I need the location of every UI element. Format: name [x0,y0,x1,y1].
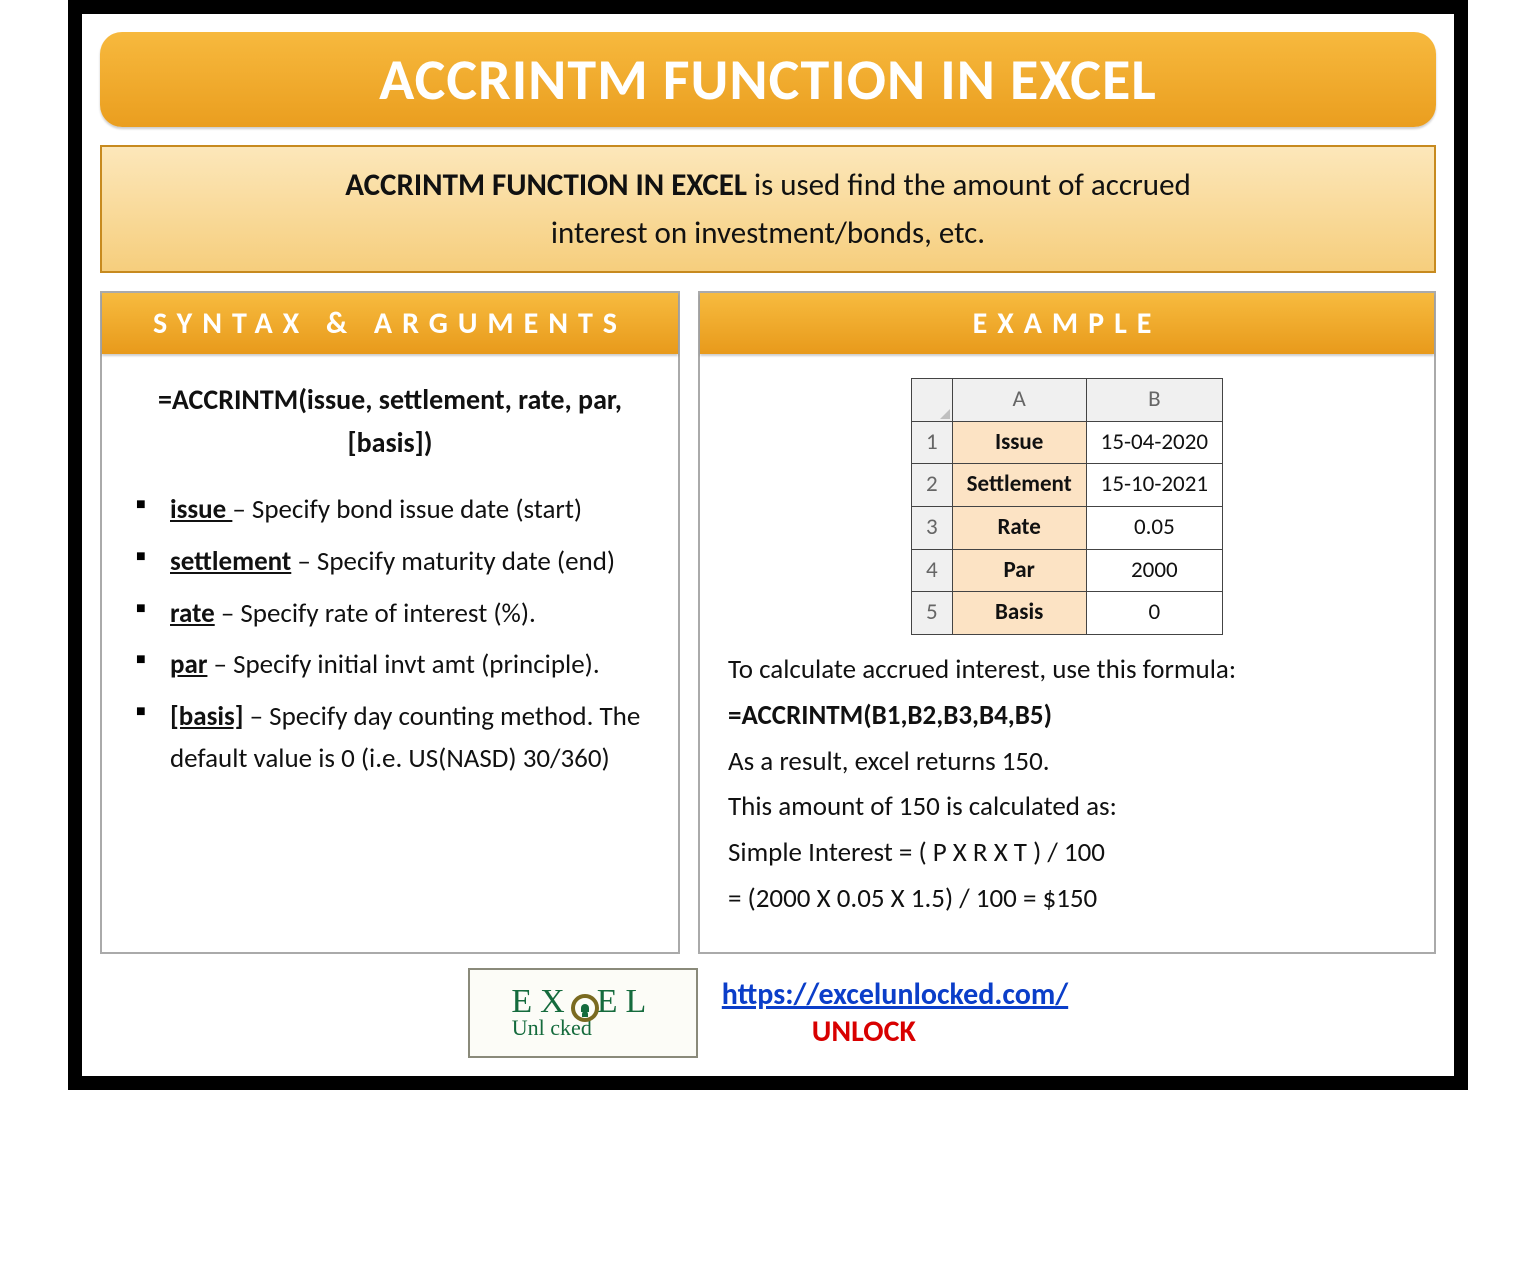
logo-text-left: EX [511,985,572,1019]
table-row: 3 Rate 0.05 [911,507,1222,550]
row-value: 15-04-2020 [1086,421,1222,464]
excel-table: A B 1 Issue 15-04-2020 2 Settlement 15-1… [911,378,1223,635]
row-label: Basis [952,592,1086,635]
example-formula: =ACCRINTM(B1,B2,B3,B4,B5) [728,695,1406,737]
table-row: 5 Basis 0 [911,592,1222,635]
example-header: EXAMPLE [700,293,1434,354]
intro-box: ACCRINTM FUNCTION IN EXCEL is used find … [100,145,1436,273]
keyhole-icon [571,994,599,1022]
row-label: Settlement [952,464,1086,507]
intro-rest-1: is used find the amount of accrued [747,166,1191,204]
footer-tagline: UNLOCK [812,1013,916,1050]
col-header: B [1086,379,1222,422]
list-item: rate – Specify rate of interest (%). [136,593,650,635]
row-value: 0.05 [1086,507,1222,550]
list-item: par – Specify initial invt amt (principl… [136,644,650,686]
explain-line: = (2000 X 0.05 X 1.5) / 100 = $150 [728,878,1406,920]
arg-desc: – Specify rate of interest (%). [215,597,536,630]
logo-text-right: EL [597,985,655,1019]
arg-name: [basis] [170,700,244,733]
footer: EX EL Unl cked https://excelunlocked.com… [100,968,1436,1058]
example-explanation: To calculate accrued interest, use this … [728,649,1406,920]
arg-desc: – Specify initial invt amt (principle). [207,648,599,681]
arg-name: rate [170,597,215,630]
intro-rest-2: interest on investment/bonds, etc. [551,214,985,252]
row-value: 0 [1086,592,1222,635]
row-num: 2 [911,464,952,507]
list-item: settlement – Specify maturity date (end) [136,541,650,583]
table-row: 1 Issue 15-04-2020 [911,421,1222,464]
col-header: A [952,379,1086,422]
row-num: 1 [911,421,952,464]
syntax-card: SYNTAX & ARGUMENTS =ACCRINTM(issue, sett… [100,291,680,954]
row-num: 3 [911,507,952,550]
infographic-frame: ACCRINTM FUNCTION IN EXCEL ACCRINTM FUNC… [68,0,1468,1090]
table-row: 2 Settlement 15-10-2021 [911,464,1222,507]
logo: EX EL Unl cked [468,968,698,1058]
intro-lead: ACCRINTM FUNCTION IN EXCEL [345,166,747,204]
explain-line: This amount of 150 is calculated as: [728,786,1406,828]
syntax-header: SYNTAX & ARGUMENTS [102,293,678,354]
list-item: issue – Specify bond issue date (start) [136,489,650,531]
arg-desc: – Specify bond issue date (start) [232,493,582,526]
row-value: 2000 [1086,549,1222,592]
row-value: 15-10-2021 [1086,464,1222,507]
row-label: Issue [952,421,1086,464]
syntax-formula: =ACCRINTM(issue, settlement, rate, par, … [130,378,650,465]
explain-line: Simple Interest = ( P X R X T ) / 100 [728,832,1406,874]
table-corner [911,379,952,422]
table-row: 4 Par 2000 [911,549,1222,592]
row-label: Par [952,549,1086,592]
list-item: [basis] – Specify day counting method. T… [136,696,650,780]
explain-line: To calculate accrued interest, use this … [728,649,1406,691]
arg-name: issue [170,493,232,526]
row-num: 5 [911,592,952,635]
site-link[interactable]: https://excelunlocked.com/ [722,976,1068,1013]
explain-line: As a result, excel returns 150. [728,741,1406,783]
arg-name: settlement [170,545,291,578]
row-label: Rate [952,507,1086,550]
row-num: 4 [911,549,952,592]
example-card: EXAMPLE A B 1 Issue 15-04-2020 2 [698,291,1436,954]
arguments-list: issue – Specify bond issue date (start) … [130,489,650,780]
arg-desc: – Specify maturity date (end) [291,545,615,578]
arg-name: par [170,648,207,681]
page-title: ACCRINTM FUNCTION IN EXCEL [100,32,1436,127]
